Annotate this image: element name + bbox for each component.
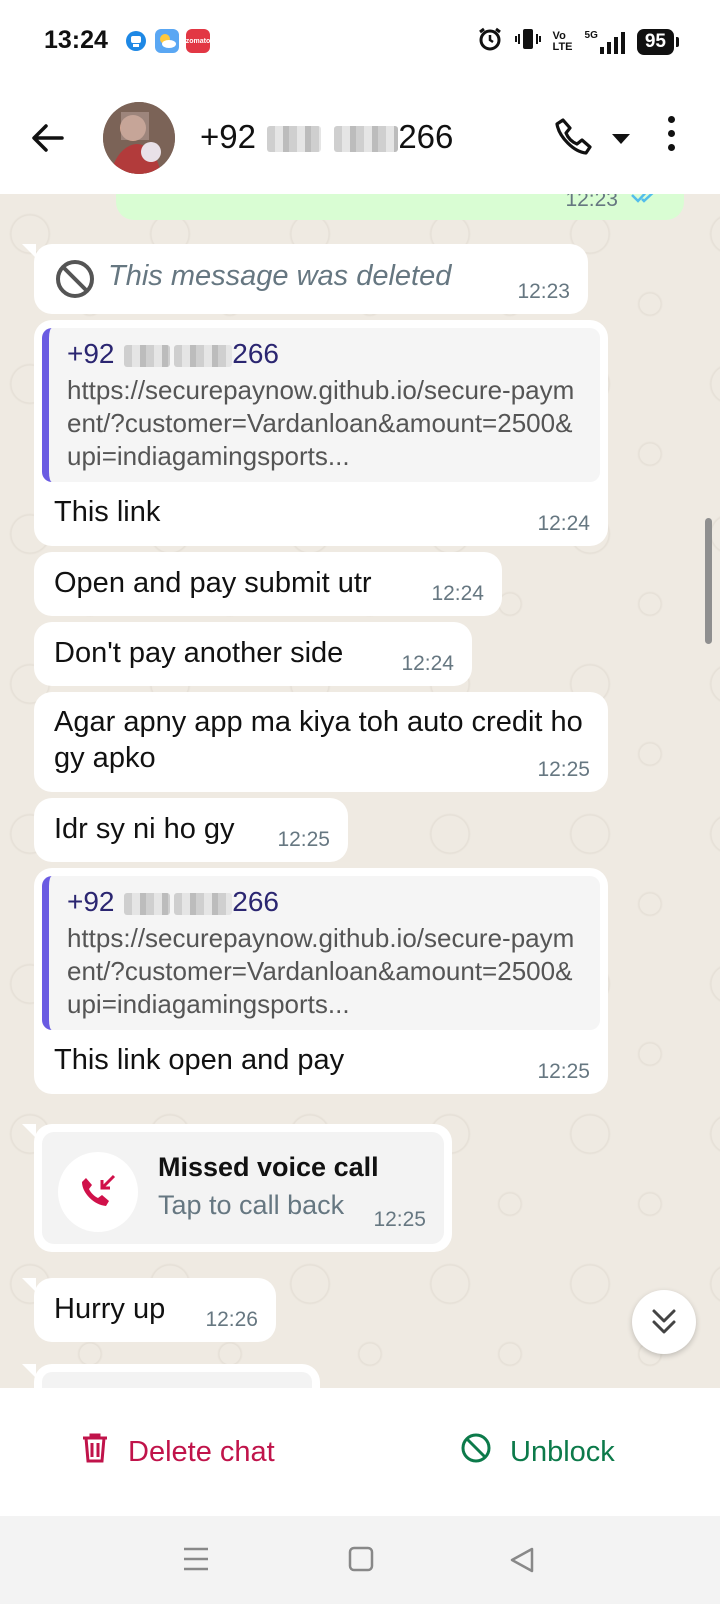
- message-time: 12:24: [431, 582, 484, 605]
- missed-call-title: Missed voice call: [158, 1152, 379, 1182]
- status-bar: 13:24 zomato Vo LTE 5G 95: [0, 0, 720, 82]
- scroll-to-bottom-button[interactable]: [632, 1290, 696, 1354]
- scrollbar[interactable]: [705, 518, 712, 644]
- missed-call-icon: [58, 1152, 138, 1232]
- volte-bottom: LTE: [552, 40, 573, 53]
- unblock-button[interactable]: Unblock: [460, 1432, 615, 1472]
- deleted-message[interactable]: This message was deleted 12:23: [22, 244, 588, 314]
- missed-call-message[interactable]: Missed voice call Tap to call back 12:25: [22, 1124, 452, 1252]
- redacted-digits: [174, 344, 233, 367]
- avatar[interactable]: [103, 102, 175, 174]
- message-bubble[interactable]: Don't pay another side 12:24: [34, 622, 472, 686]
- outgoing-message[interactable]: mat karna 12:23: [116, 194, 684, 220]
- cell-type: 5G: [584, 29, 598, 41]
- vibrate-icon: [514, 26, 541, 57]
- unblock-label: Unblock: [510, 1435, 615, 1468]
- message-bubble[interactable]: Agar apny app ma kiya toh auto credit ho…: [34, 692, 608, 792]
- contact-prefix: +92: [200, 118, 256, 155]
- delete-chat-button[interactable]: Delete chat: [80, 1432, 275, 1472]
- message-time: 12:24: [537, 512, 590, 535]
- deleted-text: This message was deleted: [108, 260, 452, 292]
- missed-call-card[interactable]: Missed voice call Tap to call back 12:25: [42, 1132, 444, 1244]
- back-arrow-icon[interactable]: [28, 118, 68, 163]
- back-icon[interactable]: [508, 1546, 536, 1579]
- blocked-icon: [54, 258, 96, 305]
- contact-name[interactable]: +92 266: [200, 118, 453, 156]
- message-bubble[interactable]: Open and pay submit utr 12:24: [34, 552, 502, 616]
- message-text: Agar apny app ma kiya toh auto credit ho…: [54, 706, 583, 774]
- phone-icon[interactable]: [553, 116, 595, 163]
- quote-author: +92 266: [67, 338, 279, 369]
- double-chevron-down-icon: [652, 1309, 676, 1334]
- message-text: Hurry up: [54, 1293, 166, 1325]
- trash-icon: [80, 1432, 110, 1472]
- chat-area[interactable]: mat karna 12:23 This message was deleted…: [0, 194, 720, 1388]
- chat-header: +92 266: [0, 82, 720, 194]
- system-nav-bar: [0, 1516, 720, 1604]
- quote-text: https://securepaynow.github.io/secure-pa…: [67, 375, 575, 471]
- more-vert-icon[interactable]: [668, 116, 675, 158]
- volte-icon: Vo LTE: [552, 29, 573, 53]
- message-time: 12:26: [205, 1308, 258, 1331]
- quoted-message[interactable]: +92 266 https://securepaynow.github.io/s…: [42, 876, 600, 1030]
- message-time: 12:23: [517, 280, 570, 303]
- missed-call-subtitle: Tap to call back: [158, 1190, 345, 1220]
- link-message[interactable]: +92 266 https://securepaynow.github.io/s…: [34, 320, 608, 546]
- blocked-action-bar: Delete chat Unblock: [0, 1388, 720, 1516]
- message-time: 12:25: [373, 1208, 426, 1231]
- redacted-digits: [334, 126, 399, 153]
- zomato-label: zomato: [185, 37, 211, 45]
- message-time: 12:24: [401, 652, 454, 675]
- message-time: 12:25: [277, 828, 330, 851]
- message-time: 12:25: [537, 758, 590, 781]
- volte-top: Vo: [552, 29, 566, 42]
- battery-indicator: 95: [636, 28, 680, 55]
- weather-icon: [155, 29, 179, 53]
- home-icon[interactable]: [348, 1546, 374, 1577]
- redacted-digits: [267, 126, 322, 153]
- message-text: Don't pay another side: [54, 637, 344, 669]
- delete-chat-label: Delete chat: [128, 1435, 275, 1468]
- read-receipt-icon: [630, 194, 664, 210]
- unblock-icon: [460, 1432, 492, 1472]
- redacted-digits: [174, 892, 233, 915]
- quoted-message[interactable]: +92 266 https://securepaynow.github.io/s…: [42, 328, 600, 482]
- contact-suffix: 266: [398, 118, 454, 155]
- dropdown-caret-icon[interactable]: [612, 134, 630, 144]
- quote-author: +92 266: [67, 886, 279, 917]
- link-message[interactable]: +92 266 https://securepaynow.github.io/s…: [34, 868, 608, 1094]
- message-bubble-partial[interactable]: [22, 1364, 320, 1388]
- signal-icon: 5G: [585, 30, 625, 54]
- quote-text: https://securepaynow.github.io/secure-pa…: [67, 923, 575, 1019]
- status-time: 13:24: [44, 26, 108, 54]
- message-text: This link: [54, 496, 161, 528]
- message-bubble[interactable]: Hurry up 12:26: [22, 1278, 276, 1342]
- message-text: Open and pay submit utr: [54, 567, 372, 599]
- message-text: mat karna: [132, 194, 261, 202]
- message-text: Idr sy ni ho gy: [54, 813, 235, 845]
- message-time: 12:23: [565, 194, 618, 211]
- app-notification-icon: [124, 29, 148, 53]
- quoted-message-partial: [42, 1372, 312, 1388]
- redacted-digits: [124, 892, 171, 915]
- message-time: 12:25: [537, 1060, 590, 1083]
- zomato-icon: zomato: [186, 29, 210, 53]
- message-text: This link open and pay: [54, 1044, 345, 1076]
- message-bubble[interactable]: Idr sy ni ho gy 12:25: [34, 798, 348, 862]
- status-right: Vo LTE 5G 95: [477, 26, 680, 57]
- alarm-icon: [477, 26, 503, 57]
- redacted-digits: [124, 344, 171, 367]
- menu-icon[interactable]: [182, 1546, 210, 1577]
